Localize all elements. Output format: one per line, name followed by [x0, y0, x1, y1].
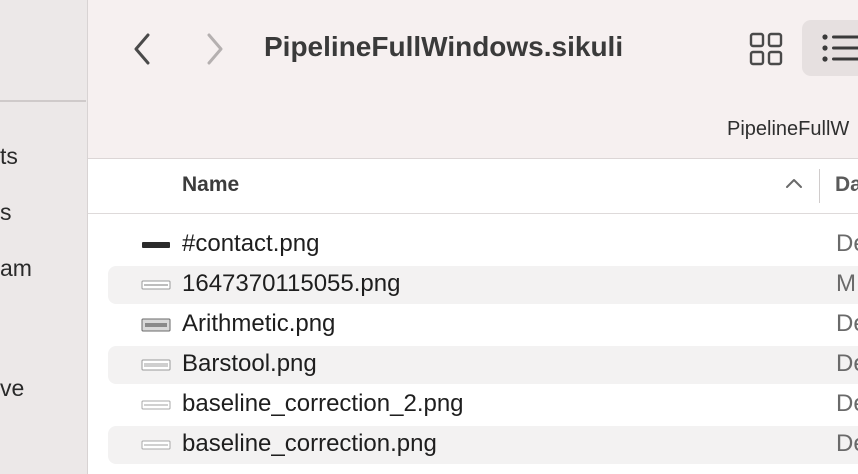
file-row[interactable]: 1647370115055.png M	[108, 266, 858, 304]
column-divider[interactable]	[819, 169, 820, 203]
image-thumbnail-icon	[141, 318, 171, 332]
file-row[interactable]: Barstool.png De	[108, 346, 858, 384]
file-date: De	[836, 390, 858, 417]
sidebar-item-2[interactable]: s	[0, 199, 12, 226]
file-date: M	[836, 270, 856, 297]
list-view-button[interactable]	[802, 20, 858, 76]
toolbar: PipelineFullWindows.sikuli PipelineFullW	[88, 0, 858, 159]
image-thumbnail-icon	[142, 242, 170, 248]
window-title: PipelineFullWindows.sikuli	[264, 31, 624, 62]
file-name: Arithmetic.png	[182, 310, 336, 337]
file-name: 1647370115055.png	[182, 270, 401, 297]
file-date: De	[836, 230, 858, 257]
file-date: De	[836, 350, 858, 377]
image-thumbnail-icon	[141, 359, 171, 371]
grid-view-icon	[749, 32, 783, 66]
file-row[interactable]: #contact.png De	[108, 226, 858, 264]
sidebar: ts s am ve	[0, 0, 88, 474]
file-name: #contact.png	[182, 230, 320, 257]
list-view-icon	[822, 34, 858, 62]
chevron-up-icon[interactable]	[785, 177, 803, 189]
file-name: baseline_correction_2.png	[182, 390, 464, 417]
path-bar-label[interactable]: PipelineFullW	[727, 118, 849, 141]
forward-button[interactable]	[198, 32, 232, 66]
file-date: De	[836, 430, 858, 457]
file-row[interactable]: baseline_correction_2.png De	[108, 386, 858, 424]
image-thumbnail-icon	[141, 280, 171, 290]
file-name: baseline_correction.png	[182, 430, 437, 457]
grid-view-button[interactable]	[748, 31, 784, 67]
name-column-header[interactable]: Name	[182, 173, 239, 197]
back-button[interactable]	[125, 32, 159, 66]
sidebar-divider	[0, 100, 86, 102]
date-column-header[interactable]: Da	[835, 173, 858, 197]
image-thumbnail-icon	[141, 400, 171, 410]
file-row[interactable]: baseline_correction.png De	[108, 426, 858, 464]
file-date: De	[836, 310, 858, 337]
file-row[interactable]: Arithmetic.png De	[108, 306, 858, 344]
file-name: Barstool.png	[182, 350, 317, 377]
sidebar-item-1[interactable]: ts	[0, 143, 18, 170]
image-thumbnail-icon	[141, 440, 171, 450]
chevron-right-icon	[207, 33, 223, 65]
chevron-left-icon	[134, 33, 150, 65]
column-header: Name Da	[88, 159, 858, 214]
sidebar-item-3[interactable]: am	[0, 255, 32, 282]
sidebar-item-4[interactable]: ve	[0, 375, 24, 402]
